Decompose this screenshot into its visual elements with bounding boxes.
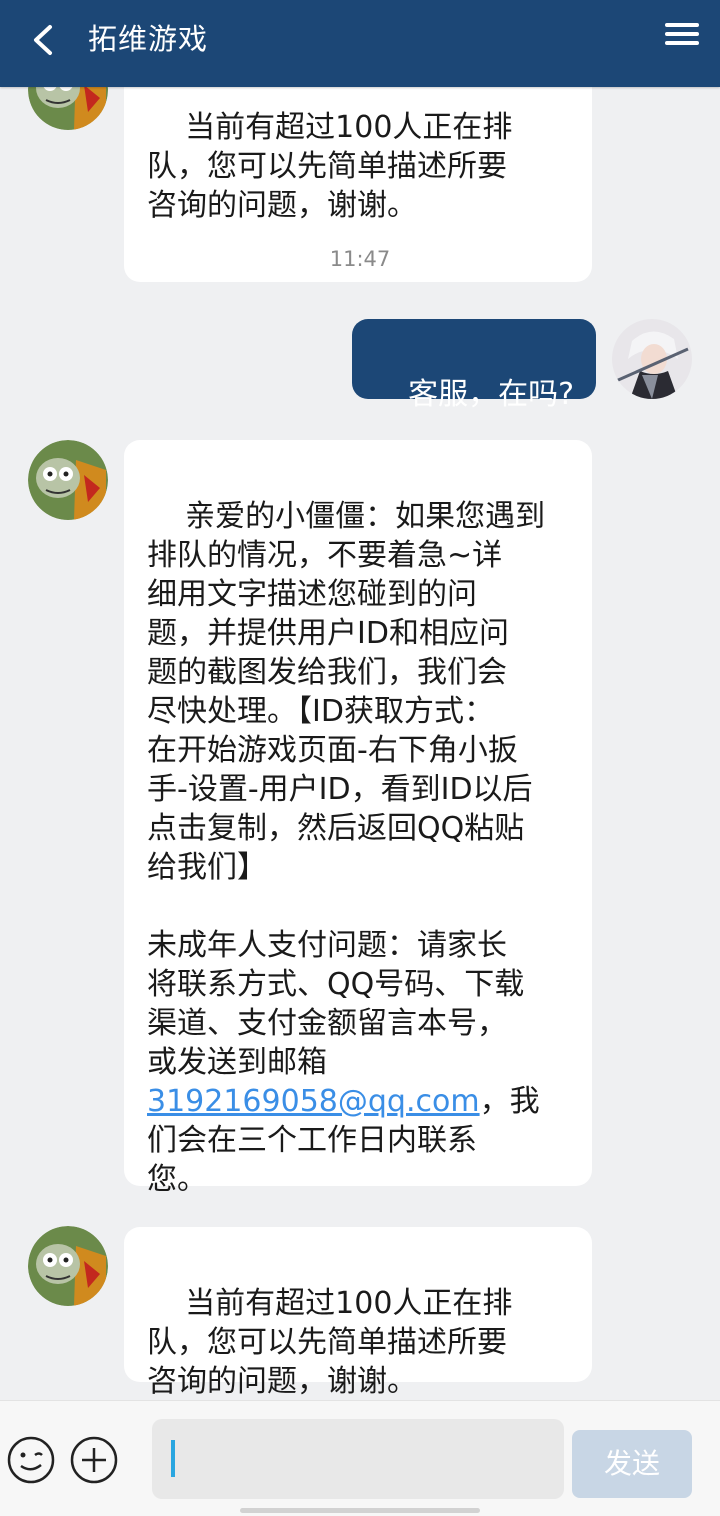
send-button[interactable]: 发送 <box>572 1430 692 1498</box>
user-avatar[interactable] <box>612 319 692 399</box>
message-timestamp: 11:47 <box>329 247 391 271</box>
bot-avatar[interactable] <box>28 87 108 130</box>
back-button[interactable] <box>22 18 66 62</box>
plus-button[interactable] <box>69 1435 119 1485</box>
emoji-icon <box>7 1436 55 1484</box>
bot-avatar[interactable] <box>28 1226 108 1306</box>
chat-area[interactable]: 当前有超过100人正在排 队，您可以先简单描述所要 咨询的问题，谢谢。 11:4… <box>0 87 720 1400</box>
message-text: 当前有超过100人正在排 队，您可以先简单描述所要 咨询的问题，谢谢。 <box>147 110 513 223</box>
menu-button[interactable] <box>662 18 702 58</box>
menu-icon <box>665 23 699 27</box>
message-input[interactable] <box>152 1419 564 1499</box>
back-icon <box>34 25 52 55</box>
email-link[interactable]: 3192169058@qq.com <box>147 1084 480 1119</box>
top-bar: 拓维游戏 <box>0 0 720 87</box>
plus-icon <box>70 1436 118 1484</box>
text-caret <box>171 1440 175 1477</box>
page-title: 拓维游戏 <box>88 22 209 56</box>
message-bubble-bot[interactable]: 当前有超过100人正在排 队，您可以先简单描述所要 咨询的问题，谢谢。 <box>124 1227 592 1399</box>
message-text: 亲爱的小僵僵：如果您遇到 排队的情况，不要着急~详 细用文字描述您碰到的问 题，… <box>147 499 546 1080</box>
bot-avatar[interactable] <box>28 440 108 520</box>
message-text: 当前有超过100人正在排 队，您可以先简单描述所要 咨询的问题，谢谢。 <box>147 1286 513 1399</box>
input-bar: 发送 <box>0 1400 720 1516</box>
message-bubble-user[interactable]: 客服，在吗? <box>352 319 596 412</box>
message-bubble-bot[interactable]: 亲爱的小僵僵：如果您遇到 排队的情况，不要着急~详 细用文字描述您碰到的问 题，… <box>124 440 592 1197</box>
emoji-button[interactable] <box>6 1435 56 1485</box>
message-text: 客服，在吗? <box>408 377 575 412</box>
home-indicator[interactable] <box>240 1508 480 1513</box>
